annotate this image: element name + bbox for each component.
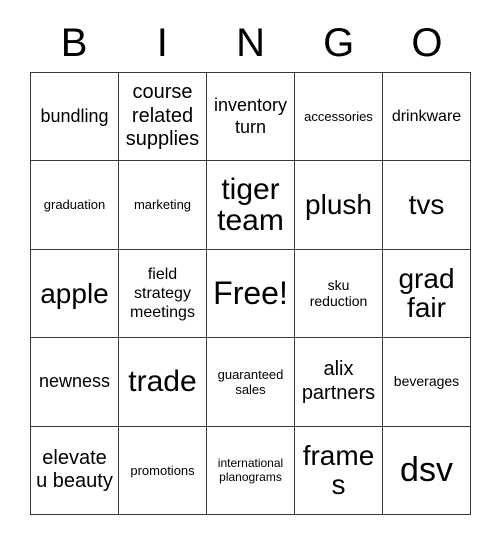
- bingo-cell[interactable]: tiger team: [207, 161, 295, 250]
- bingo-cell-label: newness: [38, 371, 111, 392]
- bingo-cell-label: inventory turn: [213, 95, 288, 137]
- bingo-cell[interactable]: accessories: [295, 73, 383, 162]
- bingo-cell[interactable]: marketing: [119, 161, 207, 250]
- header-letter-o: O: [411, 21, 443, 65]
- bingo-cell[interactable]: elevate u beauty: [31, 426, 119, 515]
- bingo-cell-label: field strategy meetings: [130, 265, 195, 322]
- bingo-cell[interactable]: newness: [31, 338, 119, 427]
- bingo-cell-label: grad fair: [398, 262, 455, 324]
- bingo-cell-label: promotions: [130, 462, 195, 478]
- bingo-cell[interactable]: international planograms: [207, 426, 295, 515]
- bingo-cell[interactable]: grad fair: [383, 249, 471, 339]
- bingo-card: B I N G O bundling course related suppli…: [0, 0, 500, 544]
- bingo-cell-label: trade: [128, 365, 197, 399]
- header-letter-n: N: [236, 21, 265, 65]
- bingo-cell-label: tiger team: [217, 172, 284, 238]
- bingo-cell[interactable]: inventory turn: [207, 73, 295, 162]
- bingo-cell[interactable]: dsv: [383, 426, 471, 515]
- bingo-cell-label: beverages: [393, 373, 460, 390]
- bingo-cell-label: sku reduction: [309, 276, 368, 310]
- bingo-cell[interactable]: apple: [31, 249, 119, 339]
- bingo-cell[interactable]: guaranteed sales: [207, 338, 295, 427]
- bingo-cell-label: Free!: [213, 275, 288, 312]
- bingo-cell-label: bundling: [40, 105, 109, 126]
- header-letter-g: G: [323, 21, 355, 65]
- bingo-cell[interactable]: course related supplies: [119, 73, 207, 162]
- bingo-cell-label: drinkware: [391, 108, 462, 126]
- bingo-cell-label: elevate u beauty: [36, 446, 113, 493]
- bingo-cell[interactable]: frames: [295, 426, 383, 515]
- bingo-cell-label: apple: [40, 277, 109, 309]
- bingo-cell-label: graduation: [43, 197, 106, 213]
- bingo-cell-label: tvs: [408, 189, 445, 221]
- bingo-cell-label: dsv: [400, 451, 453, 490]
- bingo-cell[interactable]: beverages: [383, 338, 471, 427]
- bingo-cell-label: frames: [302, 439, 375, 501]
- bingo-cell[interactable]: graduation: [31, 161, 119, 250]
- header-letter-b: B: [60, 21, 88, 65]
- bingo-cell[interactable]: alix partners: [295, 338, 383, 427]
- bingo-cell[interactable]: plush: [295, 161, 383, 250]
- bingo-cell[interactable]: tvs: [383, 161, 471, 250]
- bingo-cell[interactable]: trade: [119, 338, 207, 427]
- bingo-cell[interactable]: promotions: [119, 426, 207, 515]
- bingo-header: B I N G O: [30, 14, 471, 72]
- bingo-cell-label: alix partners: [301, 358, 376, 404]
- bingo-cell[interactable]: sku reduction: [295, 249, 383, 339]
- bingo-cell-label: international planograms: [217, 456, 284, 485]
- bingo-grid: bundling course related supplies invento…: [30, 72, 471, 515]
- bingo-cell-label: accessories: [304, 109, 373, 125]
- bingo-cell[interactable]: drinkware: [383, 73, 471, 162]
- bingo-cell-label: plush: [305, 189, 372, 221]
- bingo-cell[interactable]: bundling: [31, 73, 119, 162]
- bingo-cell-label: marketing: [133, 197, 192, 213]
- bingo-cell[interactable]: field strategy meetings: [119, 249, 207, 339]
- bingo-cell-label: course related supplies: [125, 81, 200, 151]
- bingo-cell-free[interactable]: Free!: [207, 249, 295, 339]
- header-letter-i: I: [156, 21, 168, 65]
- bingo-cell-label: guaranteed sales: [217, 366, 284, 397]
